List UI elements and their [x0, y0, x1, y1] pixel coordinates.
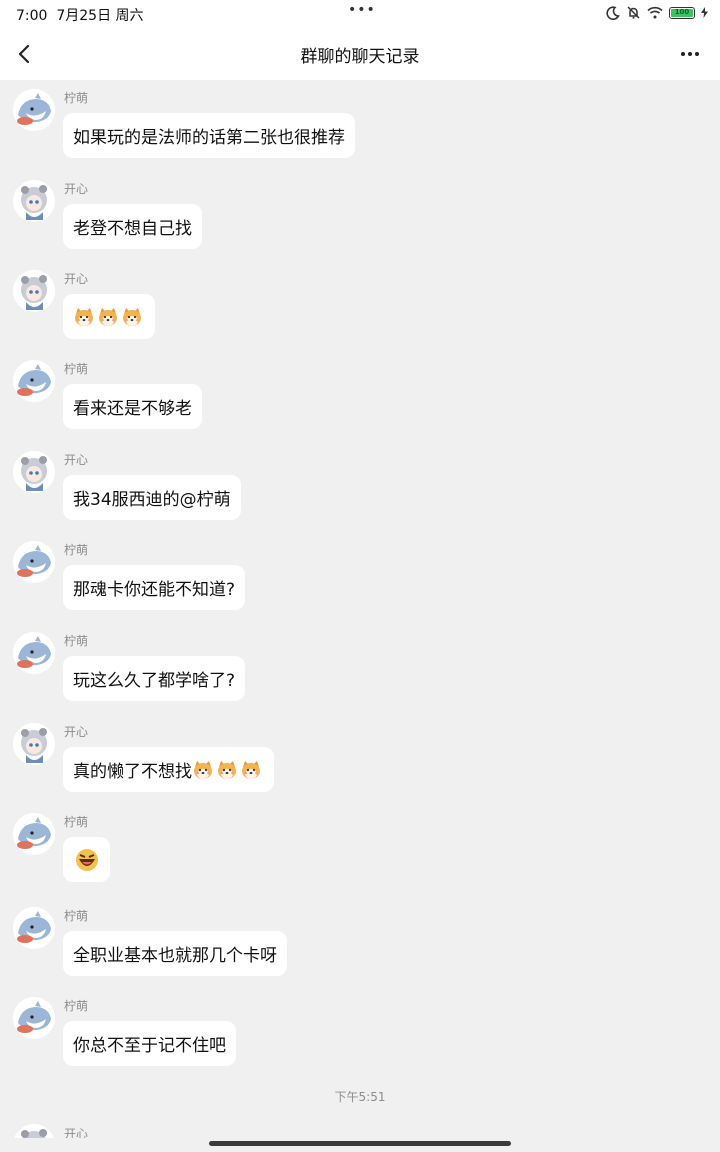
- avatar[interactable]: [13, 997, 55, 1039]
- charging-bolt-icon: [701, 7, 708, 18]
- avatar[interactable]: [13, 1124, 55, 1138]
- sender-name: 柠萌: [64, 634, 89, 648]
- message-text: 玩这么久了都学啥了?: [73, 671, 236, 691]
- status-time: 7:00 7月25日 周六: [16, 5, 144, 25]
- sender-name: 柠萌: [64, 91, 89, 105]
- avatar[interactable]: [13, 89, 55, 131]
- message-text: 那魂卡你还能不知道?: [73, 580, 236, 600]
- sender-name: 开心: [64, 1127, 89, 1138]
- more-options-button[interactable]: [676, 40, 704, 68]
- shiba-emoji: [192, 759, 214, 781]
- status-icons: 100: [606, 5, 708, 20]
- sender-name: 开心: [64, 272, 89, 286]
- nav-bar: 群聊的聊天记录: [0, 28, 720, 80]
- message-bubble[interactable]: 我34服西迪的@柠萌: [63, 475, 241, 520]
- sender-name: 开心: [64, 725, 89, 739]
- shiba-emoji: [121, 306, 143, 328]
- message-bubble[interactable]: 玩这么久了都学啥了?: [63, 656, 246, 701]
- message-text: 全职业基本也就那几个卡呀: [73, 946, 277, 966]
- message-bubble[interactable]: 如果玩的是法师的话第二张也很推荐: [63, 113, 355, 158]
- message-bubble[interactable]: 老登不想自己找: [63, 204, 202, 249]
- laughing-emoji: [74, 847, 100, 873]
- message-bubble[interactable]: 你总不至于记不住吧: [63, 1021, 236, 1066]
- more-dot: [681, 52, 685, 56]
- shiba-emoji: [216, 759, 238, 781]
- avatar[interactable]: [13, 451, 55, 493]
- message-bubble[interactable]: [63, 294, 155, 339]
- sender-name: 柠萌: [64, 815, 89, 829]
- message-bubble[interactable]: 全职业基本也就那几个卡呀: [63, 931, 287, 976]
- message-bubble[interactable]: 那魂卡你还能不知道?: [63, 565, 246, 610]
- sender-name: 开心: [64, 453, 89, 467]
- message-item: 开心: [0, 1124, 720, 1138]
- home-indicator[interactable]: [209, 1141, 511, 1146]
- message-text: 如果玩的是法师的话第二张也很推荐: [73, 128, 345, 148]
- battery-level: 100: [671, 8, 693, 17]
- message-text: 真的懒了不想找: [73, 762, 192, 782]
- chat-timestamp: 下午5:51: [334, 1090, 386, 1104]
- shiba-emoji: [73, 306, 95, 328]
- message-text: 老登不想自己找: [73, 219, 192, 239]
- message-text: 我34服西迪的@柠萌: [73, 490, 231, 510]
- avatar[interactable]: [13, 180, 55, 222]
- avatar[interactable]: [13, 813, 55, 855]
- avatar[interactable]: [13, 907, 55, 949]
- sender-name: 柠萌: [64, 543, 89, 557]
- mute-bell-icon: [627, 6, 640, 19]
- page-title: 群聊的聊天记录: [300, 47, 420, 67]
- sender-name: 柠萌: [64, 999, 89, 1013]
- sender-name: 开心: [64, 182, 89, 196]
- status-bar: 7:00 7月25日 周六 ••• 100: [0, 0, 720, 28]
- avatar[interactable]: [13, 360, 55, 402]
- more-dot: [688, 52, 692, 56]
- avatar[interactable]: [13, 270, 55, 312]
- shiba-emoji: [240, 759, 262, 781]
- avatar[interactable]: [13, 723, 55, 765]
- clock-time: 7:00: [16, 8, 48, 24]
- wifi-icon: [647, 6, 663, 19]
- moon-icon: [606, 5, 620, 20]
- more-dot: [695, 52, 699, 56]
- shiba-emoji: [97, 306, 119, 328]
- battery-icon: 100: [669, 6, 695, 19]
- message-bubble[interactable]: 真的懒了不想找: [63, 747, 274, 792]
- avatar[interactable]: [13, 632, 55, 674]
- sender-name: 柠萌: [64, 909, 89, 923]
- avatar[interactable]: [13, 541, 55, 583]
- message-bubble[interactable]: 看来还是不够老: [63, 384, 202, 429]
- message-text: 看来还是不够老: [73, 399, 192, 419]
- clock-date: 7月25日 周六: [56, 8, 144, 24]
- sender-name: 柠萌: [64, 362, 89, 376]
- status-dots: •••: [348, 2, 376, 18]
- message-bubble[interactable]: [63, 837, 110, 882]
- message-text: 你总不至于记不住吧: [73, 1036, 226, 1056]
